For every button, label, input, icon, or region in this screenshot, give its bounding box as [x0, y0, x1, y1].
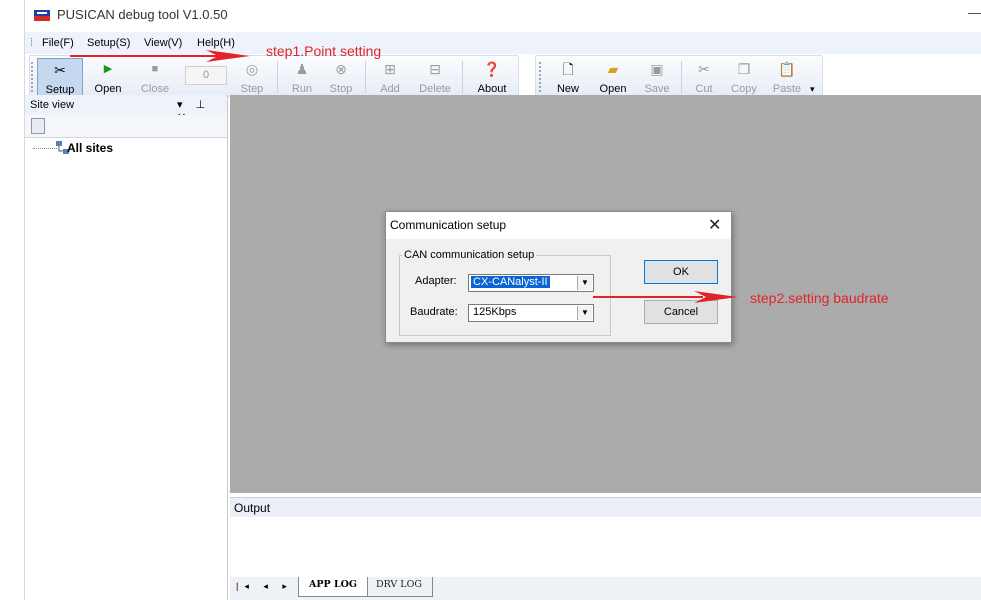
menu-bar: ⁞ File(F) Setup(S) View(V) Help(H) — [25, 32, 981, 54]
baudrate-value: 125Kbps — [473, 306, 517, 318]
toolbar-overflow-icon[interactable]: ▾ — [810, 84, 815, 95]
about-label: About — [477, 83, 507, 95]
run-label: Run — [291, 83, 313, 95]
step-label: Step — [240, 83, 264, 95]
toolbar-separator — [462, 61, 463, 93]
new-file-icon: 🗋 — [562, 61, 574, 77]
paste-button[interactable]: 📋 Paste — [766, 58, 808, 95]
copy-icon: ❐ — [737, 61, 751, 77]
plus-icon: ⊞ — [384, 61, 396, 77]
setup-button[interactable]: ✂ Setup — [37, 58, 83, 96]
minimize-button[interactable]: — — [968, 4, 981, 20]
floppy-disk-icon: ▣ — [650, 61, 664, 77]
window-title: PUSICAN debug tool V1.0.50 — [57, 7, 228, 22]
paste-label: Paste — [772, 83, 802, 95]
scissors-icon: ✂ — [698, 61, 710, 77]
run-icon: ♟ — [295, 61, 309, 77]
open-label: Open — [94, 83, 122, 95]
tools-icon: ✂ — [54, 62, 66, 78]
can-setup-groupbox — [399, 255, 611, 336]
menu-view[interactable]: View(V) — [144, 37, 182, 49]
toolbar-separator — [365, 61, 366, 93]
annotation-step2: step2.setting baudrate — [750, 290, 889, 306]
dialog-title-bar: Communication setup ✕ — [386, 212, 731, 239]
toolbar-separator — [277, 61, 278, 93]
cut-button[interactable]: ✂ Cut — [686, 58, 722, 95]
annotation-step1: step1.Point setting — [266, 43, 382, 59]
annotation-arrow-step2 — [593, 296, 703, 298]
menu-setup[interactable]: Setup(S) — [87, 37, 130, 49]
stop-label: Stop — [329, 83, 353, 95]
stop-square-icon: ■ — [151, 63, 159, 75]
menu-file[interactable]: File(F) — [42, 37, 74, 49]
dialog-title: Communication setup — [390, 218, 507, 232]
ok-button[interactable]: OK — [644, 260, 718, 284]
arrowhead-icon — [694, 291, 738, 303]
tab-drv-log[interactable]: DRV LOG — [366, 577, 433, 597]
adapter-select[interactable]: CX-CANalyst-II ▼ — [468, 274, 594, 292]
arrowhead-icon — [206, 50, 250, 62]
properties-icon[interactable] — [31, 118, 45, 134]
communication-setup-dialog: Communication setup ✕ CAN communication … — [385, 211, 732, 343]
output-log-area[interactable] — [230, 517, 981, 578]
toolbar-grip[interactable] — [31, 62, 36, 92]
output-header: Output — [230, 497, 981, 518]
groupbox-title: CAN communication setup — [402, 249, 537, 261]
save-button[interactable]: ▣ Save — [637, 58, 677, 95]
tree-root-all-sites[interactable]: All sites — [67, 141, 113, 155]
help-icon: ❓ — [483, 61, 501, 77]
new-label: New — [556, 83, 579, 95]
copy-button[interactable]: ❐ Copy — [724, 58, 764, 95]
site-view-panel: Site view ▾ ⊥ ✕ All sites — [25, 95, 228, 600]
open-connection-button[interactable]: ▶ Open — [87, 58, 129, 95]
app-logo-icon — [34, 10, 50, 21]
new-file-button[interactable]: 🗋 New — [547, 58, 589, 95]
cut-label: Cut — [695, 83, 713, 95]
adapter-label: Adapter: — [415, 275, 457, 287]
delete-button[interactable]: ⊟ Delete — [414, 58, 456, 95]
clipboard-icon: 📋 — [778, 61, 796, 77]
adapter-value: CX-CANalyst-II — [471, 276, 550, 288]
menu-grip: ⁞ — [30, 37, 34, 49]
output-title: Output — [234, 501, 271, 515]
delete-label: Delete — [419, 83, 451, 95]
chevron-down-icon[interactable]: ▼ — [577, 276, 592, 290]
window-left-border — [0, 0, 25, 600]
tree-connector — [33, 148, 57, 149]
baudrate-label: Baudrate: — [410, 306, 458, 318]
site-view-toolbar — [25, 115, 227, 138]
tab-app-log[interactable]: APP LOG — [298, 577, 369, 597]
open-file-label: Open — [599, 83, 627, 95]
file-toolbar: 🗋 New ▰ Open ▣ Save ✂ Cut ❐ Copy 📋 Paste… — [535, 55, 823, 97]
close-label: Close — [140, 83, 170, 95]
about-button[interactable]: ❓ About — [468, 58, 516, 95]
step-counter-field[interactable]: 0 — [185, 66, 227, 85]
stop-button[interactable]: ⊗ Stop — [322, 58, 360, 95]
site-view-title: Site view — [30, 99, 75, 111]
close-connection-button[interactable]: ■ Close — [133, 58, 177, 95]
add-label: Add — [380, 83, 400, 95]
add-button[interactable]: ⊞ Add — [370, 58, 410, 95]
output-tab-bar: |◂ ◂ ▸ ▸| APP LOG DRV LOG — [230, 577, 981, 600]
folder-open-icon: ▰ — [607, 61, 619, 77]
site-view-header: Site view ▾ ⊥ ✕ — [25, 95, 227, 124]
toolbar-separator — [681, 61, 682, 93]
save-label: Save — [644, 83, 670, 95]
chevron-down-icon[interactable]: ▼ — [577, 306, 592, 320]
stop-icon: ⊗ — [335, 61, 347, 77]
copy-label: Copy — [731, 83, 757, 95]
baudrate-select[interactable]: 125Kbps ▼ — [468, 304, 594, 322]
run-button[interactable]: ♟ Run — [282, 58, 322, 95]
main-toolbar: ✂ Setup ▶ Open ■ Close 0 ◎ Step ♟ Run ⊗ … — [29, 55, 519, 97]
dialog-close-button[interactable]: ✕ — [708, 215, 721, 235]
minus-icon: ⊟ — [429, 61, 441, 77]
open-file-button[interactable]: ▰ Open — [591, 58, 635, 95]
play-icon: ▶ — [103, 63, 113, 75]
toolbar-grip[interactable] — [539, 62, 544, 92]
